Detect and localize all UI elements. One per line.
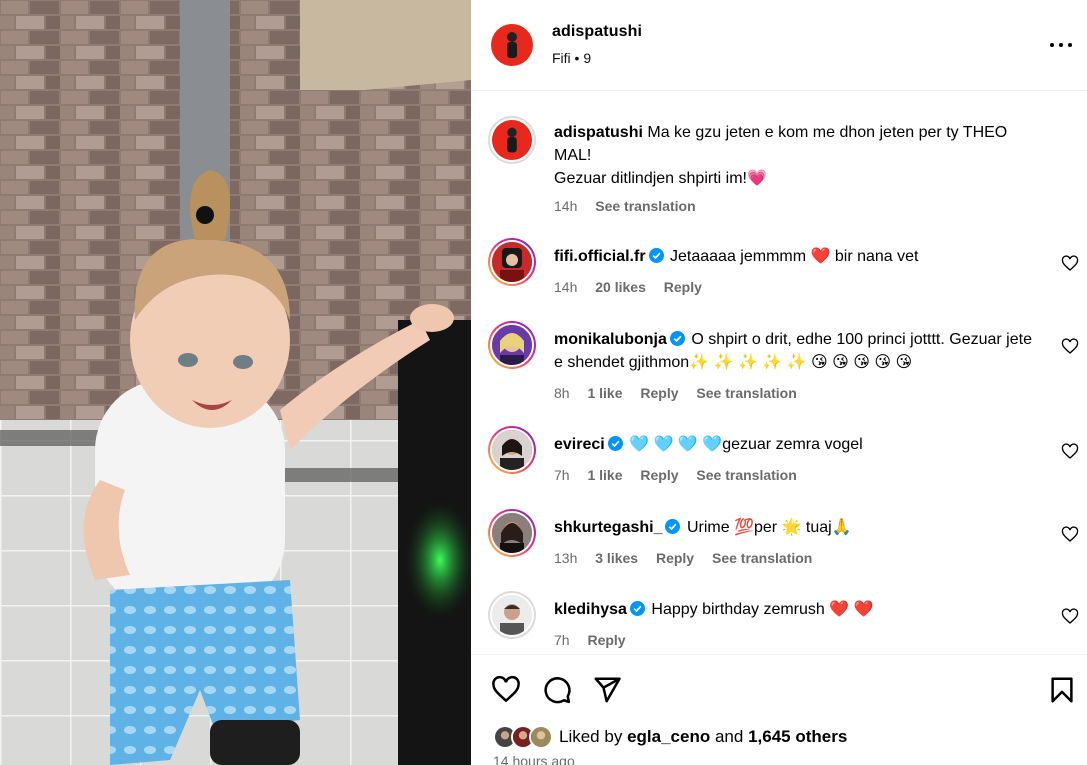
liked-by-others[interactable]: 1,645 others bbox=[748, 727, 847, 746]
comment-icon[interactable] bbox=[542, 675, 572, 705]
more-options-icon[interactable] bbox=[1047, 32, 1075, 56]
see-translation-link[interactable]: See translation bbox=[595, 198, 695, 214]
like-comment-heart-icon[interactable] bbox=[1061, 338, 1079, 356]
reply-button[interactable]: Reply bbox=[640, 467, 678, 483]
liked-by-user[interactable]: egla_ceno bbox=[627, 727, 710, 746]
comment-text: evireci 🩵 🩵 🩵 🩵gezuar zemra vogel bbox=[554, 433, 1044, 456]
see-translation-link[interactable]: See translation bbox=[696, 385, 796, 401]
bookmark-icon[interactable] bbox=[1047, 675, 1077, 705]
comment-likes[interactable]: 20 likes bbox=[595, 279, 646, 295]
commenter-avatar[interactable] bbox=[488, 509, 536, 557]
caption-time[interactable]: 14h bbox=[554, 198, 577, 214]
comment-likes[interactable]: 3 likes bbox=[595, 550, 638, 566]
reply-button[interactable]: Reply bbox=[656, 550, 694, 566]
comment-meta: 7h Reply bbox=[554, 632, 640, 648]
reply-button[interactable]: Reply bbox=[640, 385, 678, 401]
commenter-username[interactable]: kledihysa bbox=[554, 601, 627, 618]
comment-text: fifi.official.fr Jetaaaaa jemmmm ❤️ bir … bbox=[554, 245, 1044, 268]
author-avatar[interactable] bbox=[491, 24, 533, 66]
liker-avatar bbox=[529, 725, 553, 749]
audio-subtitle[interactable]: Fifi • 9 bbox=[552, 50, 591, 66]
verified-badge-icon bbox=[665, 519, 681, 534]
post-actions: Liked by egla_ceno and 1,645 others 14 h… bbox=[471, 654, 1087, 765]
post-detail-panel: adispatushi Fifi • 9 adispatushi Ma ke g… bbox=[471, 0, 1087, 765]
comment-time[interactable]: 8h bbox=[554, 385, 570, 401]
verified-badge-icon bbox=[669, 331, 685, 346]
comment-meta: 7h 1 like Reply See translation bbox=[554, 467, 811, 483]
liked-by-summary: Liked by egla_ceno and 1,645 others bbox=[559, 727, 847, 747]
comment-text: shkurtegashi_ Urime 💯per 🌟 tuaj🙏 bbox=[554, 516, 1044, 539]
commenter-username[interactable]: monikalubonja bbox=[554, 331, 667, 348]
like-comment-heart-icon[interactable] bbox=[1061, 526, 1079, 544]
post-header: adispatushi Fifi • 9 bbox=[471, 0, 1087, 91]
post-photo[interactable] bbox=[0, 0, 471, 765]
comment-meta: 14h 20 likes Reply bbox=[554, 279, 716, 295]
like-comment-heart-icon[interactable] bbox=[1061, 443, 1079, 461]
commenter-username[interactable]: fifi.official.fr bbox=[554, 248, 646, 265]
comment-content: Jetaaaaa jemmmm ❤️ bir nana vet bbox=[670, 248, 919, 265]
caption-line-2: Gezuar ditlindjen shpirti im!💗 bbox=[554, 170, 767, 187]
comment-time[interactable]: 7h bbox=[554, 632, 570, 648]
commenter-username[interactable]: shkurtegashi_ bbox=[554, 519, 662, 536]
caption-username[interactable]: adispatushi bbox=[554, 124, 643, 141]
comment-likes[interactable]: 1 like bbox=[587, 385, 622, 401]
liked-by-connector: and bbox=[714, 727, 744, 746]
comment-text: monikalubonja O shpirt o drit, edhe 100 … bbox=[554, 328, 1044, 374]
comment-text: kledihysa Happy birthday zemrush ❤️ ❤️ bbox=[554, 598, 1044, 621]
see-translation-link[interactable]: See translation bbox=[696, 467, 796, 483]
see-translation-link[interactable]: See translation bbox=[712, 550, 812, 566]
comment-content: Urime 💯per 🌟 tuaj🙏 bbox=[686, 519, 852, 536]
comment-likes[interactable]: 1 like bbox=[587, 467, 622, 483]
author-username[interactable]: adispatushi bbox=[552, 23, 642, 41]
commenter-avatar[interactable] bbox=[488, 238, 536, 286]
comment-content: 🩵 🩵 🩵 🩵gezuar zemra vogel bbox=[629, 436, 863, 453]
commenter-avatar[interactable] bbox=[488, 321, 536, 369]
reply-button[interactable]: Reply bbox=[664, 279, 702, 295]
commenter-avatar[interactable] bbox=[488, 426, 536, 474]
reply-button[interactable]: Reply bbox=[587, 632, 625, 648]
verified-badge-icon bbox=[629, 601, 645, 616]
comment-time[interactable]: 14h bbox=[554, 279, 577, 295]
post-timestamp[interactable]: 14 hours ago bbox=[493, 753, 575, 765]
comment-meta: 8h 1 like Reply See translation bbox=[554, 385, 811, 401]
comment-meta: 13h 3 likes Reply See translation bbox=[554, 550, 826, 566]
commenter-avatar[interactable] bbox=[488, 591, 536, 639]
comment-time[interactable]: 13h bbox=[554, 550, 577, 566]
comment-time[interactable]: 7h bbox=[554, 467, 570, 483]
comment-content: Happy birthday zemrush ❤️ ❤️ bbox=[651, 601, 874, 618]
like-comment-heart-icon[interactable] bbox=[1061, 255, 1079, 273]
liked-by-prefix: Liked by bbox=[559, 727, 623, 746]
caption-text: adispatushi Ma ke gzu jeten e kom me dho… bbox=[554, 121, 1044, 190]
send-icon[interactable] bbox=[592, 675, 622, 705]
caption-meta: 14h See translation bbox=[554, 198, 710, 214]
comments-list[interactable]: adispatushi Ma ke gzu jeten e kom me dho… bbox=[471, 92, 1087, 653]
like-comment-heart-icon[interactable] bbox=[1061, 608, 1079, 626]
verified-badge-icon bbox=[648, 248, 664, 263]
heart-icon[interactable] bbox=[491, 675, 521, 705]
verified-badge-icon bbox=[607, 436, 623, 451]
commenter-username[interactable]: evireci bbox=[554, 436, 605, 453]
caption-avatar[interactable] bbox=[488, 116, 536, 164]
